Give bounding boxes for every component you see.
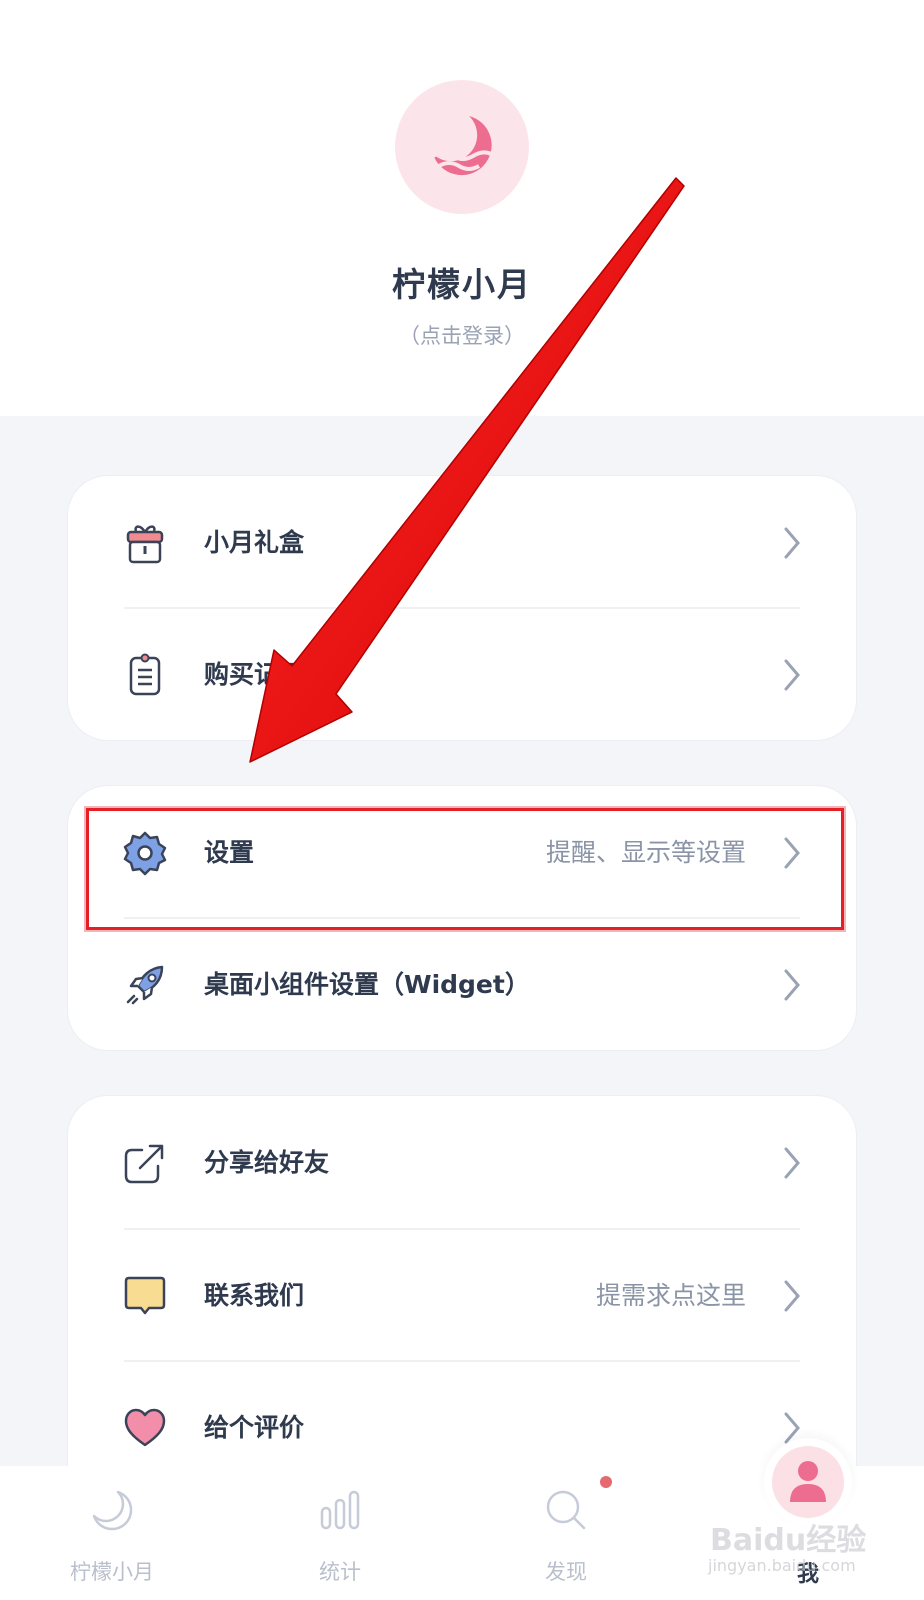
chevron-right-icon — [784, 659, 800, 691]
clipboard-icon — [129, 653, 161, 696]
menu-item-label: 小月礼盒 — [204, 528, 305, 557]
menu-item-label: 桌面小组件设置（Widget） — [204, 970, 530, 999]
heart-icon — [124, 1408, 166, 1447]
menu-card-community: 分享给好友 联系我们 提需求点这里 给个评价 — [68, 1096, 856, 1516]
menu-item-label: 联系我们 — [204, 1281, 305, 1310]
person-icon — [790, 1461, 826, 1502]
menu-item-gift-box[interactable]: 小月礼盒 — [68, 476, 856, 610]
tab-label: 柠檬小月 — [70, 1560, 154, 1584]
chevron-right-icon — [784, 527, 800, 559]
moon-icon — [92, 1490, 133, 1531]
menu-item-purchase-history[interactable]: 购买记录 — [68, 608, 856, 742]
chevron-right-icon — [784, 1147, 800, 1179]
tab-me[interactable] — [764, 1438, 852, 1526]
annotation-highlight-box — [86, 808, 844, 930]
menu-item-hint: 提需求点这里 — [595, 1281, 746, 1310]
menu-item-label: 分享给好友 — [204, 1148, 330, 1177]
chevron-right-icon — [784, 1280, 800, 1312]
menu-item-share[interactable]: 分享给好友 — [68, 1096, 856, 1230]
watermark-logo: Baidu经验 — [710, 1523, 867, 1558]
share-icon — [124, 1144, 164, 1184]
app-title: 柠檬小月 — [392, 265, 532, 304]
profile-header[interactable]: 柠檬小月 （点击登录） — [0, 0, 924, 416]
menu-card-account: 小月礼盒 购买记录 — [68, 476, 856, 740]
menu-item-widget-settings[interactable]: 桌面小组件设置（Widget） — [68, 918, 856, 1052]
notification-badge — [600, 1476, 612, 1488]
menu-item-label: 购买记录 — [204, 660, 305, 689]
tab-discover[interactable]: 发现 — [476, 1466, 656, 1600]
me-avatar — [772, 1446, 844, 1518]
search-icon — [546, 1490, 586, 1530]
tab-label: 统计 — [319, 1560, 361, 1584]
message-icon — [124, 1276, 166, 1315]
menu-item-contact-us[interactable]: 联系我们 提需求点这里 — [68, 1229, 856, 1363]
chevron-right-icon — [784, 969, 800, 1001]
app-avatar[interactable] — [395, 80, 529, 214]
moon-logo-icon — [431, 116, 492, 176]
watermark-url: jingyan.baidu.com — [708, 1556, 856, 1575]
gift-box-icon — [126, 525, 164, 564]
tab-home[interactable]: 柠檬小月 — [22, 1466, 202, 1600]
stats-icon — [320, 1490, 360, 1530]
tab-stats[interactable]: 统计 — [250, 1466, 430, 1600]
login-link[interactable]: （点击登录） — [0, 320, 924, 350]
rocket-icon — [126, 965, 164, 1005]
tab-label: 发现 — [545, 1560, 587, 1584]
